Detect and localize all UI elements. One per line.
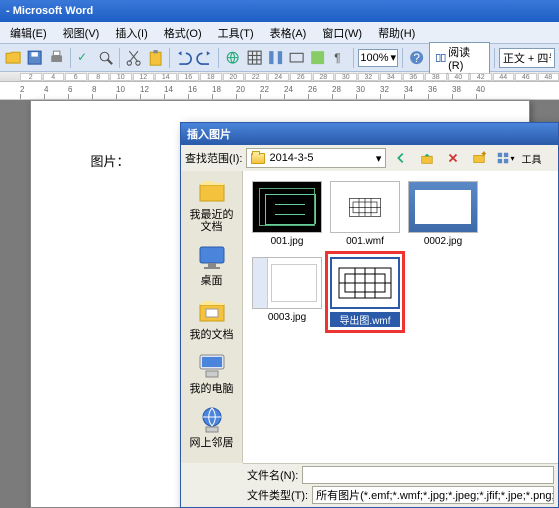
redo-icon[interactable] bbox=[195, 48, 214, 68]
dialog-body: 我最近的文档 桌面 我的文档 我的电脑 网上邻居 001.jpg001.wmf0… bbox=[181, 171, 558, 463]
map-icon[interactable] bbox=[308, 48, 327, 68]
file-thumb[interactable]: 001.jpg bbox=[251, 179, 323, 249]
titlebar: - Microsoft Word bbox=[0, 0, 559, 22]
file-name: 导出图.wmf bbox=[330, 312, 400, 327]
menu-view[interactable]: 视图(V) bbox=[55, 23, 108, 43]
menu-tools[interactable]: 工具(T) bbox=[210, 23, 262, 43]
separator bbox=[494, 48, 495, 68]
svg-text:¶: ¶ bbox=[334, 51, 340, 65]
svg-text:?: ? bbox=[414, 51, 421, 65]
toolbar: ✓ ¶ 100%▾ ? 阅读(R) 正文 + 四号 bbox=[0, 44, 559, 72]
places-network[interactable]: 网上邻居 bbox=[185, 403, 239, 449]
file-thumb[interactable]: 001.wmf bbox=[329, 179, 401, 249]
places-recent[interactable]: 我最近的文档 bbox=[185, 175, 239, 233]
open-icon[interactable] bbox=[4, 48, 23, 68]
undo-icon[interactable] bbox=[174, 48, 193, 68]
app-title: - Microsoft Word bbox=[6, 5, 93, 17]
spellcheck-icon[interactable]: ✓ bbox=[75, 48, 94, 68]
svg-text:✓: ✓ bbox=[77, 50, 87, 64]
dialog-bottom: 文件名(N): 文件类型(T): 所有图片(*.emf;*.wmf;*.jpg;… bbox=[243, 463, 558, 507]
delete-icon[interactable] bbox=[442, 148, 464, 168]
columns-icon[interactable] bbox=[266, 48, 285, 68]
ruler[interactable]: 246810121416182022242628303234363840 bbox=[0, 82, 559, 100]
dialog-titlebar[interactable]: 插入图片 bbox=[181, 123, 558, 145]
lookin-label: 查找范围(I): bbox=[185, 150, 242, 166]
folder-icon bbox=[251, 153, 265, 164]
document-text: 图片： bbox=[91, 154, 130, 169]
separator bbox=[218, 48, 219, 68]
style-combo[interactable]: 正文 + 四号 bbox=[499, 48, 555, 68]
help-icon[interactable]: ? bbox=[407, 48, 426, 68]
paragraph-icon[interactable]: ¶ bbox=[330, 48, 349, 68]
lookin-combo[interactable]: 2014-3-5 ▾ bbox=[246, 148, 386, 168]
separator bbox=[119, 48, 120, 68]
separator bbox=[70, 48, 71, 68]
newfolder-icon[interactable]: ✦ bbox=[468, 148, 490, 168]
menu-window[interactable]: 窗口(W) bbox=[314, 23, 370, 43]
table-icon[interactable] bbox=[245, 48, 264, 68]
filetype-label: 文件类型(T): bbox=[247, 487, 308, 503]
zoom-combo[interactable]: 100%▾ bbox=[358, 49, 398, 67]
menu-insert[interactable]: 插入(I) bbox=[107, 23, 155, 43]
filename-label: 文件名(N): bbox=[247, 467, 298, 483]
separator bbox=[402, 48, 403, 68]
places-bar: 我最近的文档 桌面 我的文档 我的电脑 网上邻居 bbox=[181, 171, 243, 463]
file-thumb[interactable]: 导出图.wmf bbox=[329, 255, 401, 329]
cut-icon[interactable] bbox=[124, 48, 143, 68]
tools-icon[interactable]: 工具 bbox=[520, 148, 542, 168]
file-name: 001.wmf bbox=[330, 236, 400, 247]
ruler-marker-bar: 2468101214161820222426283032343638404244… bbox=[0, 72, 559, 82]
drawing-icon[interactable] bbox=[287, 48, 306, 68]
hyperlink-icon[interactable] bbox=[223, 48, 242, 68]
dialog-toolbar: 查找范围(I): 2014-3-5 ▾ ✦ ▾ 工具 bbox=[181, 145, 558, 171]
save-icon[interactable] bbox=[25, 48, 44, 68]
menu-edit[interactable]: 编辑(E) bbox=[2, 23, 55, 43]
svg-text:✦: ✦ bbox=[480, 151, 486, 160]
read-button[interactable]: 阅读(R) bbox=[429, 42, 490, 74]
filetype-combo[interactable]: 所有图片(*.emf;*.wmf;*.jpg;*.jpeg;*.jfif;*.j… bbox=[312, 486, 554, 504]
paste-icon[interactable] bbox=[146, 48, 165, 68]
up-icon[interactable] bbox=[416, 148, 438, 168]
menu-table[interactable]: 表格(A) bbox=[262, 23, 315, 43]
dialog-title: 插入图片 bbox=[187, 126, 231, 142]
menu-format[interactable]: 格式(O) bbox=[156, 23, 210, 43]
file-name: 0003.jpg bbox=[252, 312, 322, 323]
places-mycomputer[interactable]: 我的电脑 bbox=[185, 349, 239, 395]
places-mydocs[interactable]: 我的文档 bbox=[185, 295, 239, 341]
file-thumb[interactable]: 0002.jpg bbox=[407, 179, 479, 249]
research-icon[interactable] bbox=[96, 48, 115, 68]
places-desktop[interactable]: 桌面 bbox=[185, 241, 239, 287]
folder-name: 2014-3-5 bbox=[269, 152, 313, 164]
file-list[interactable]: 001.jpg 001.wmf 0002.jpg 0003.jpg 导出图.wmf bbox=[243, 171, 558, 463]
file-name: 0002.jpg bbox=[408, 236, 478, 247]
insert-picture-dialog: 插入图片 查找范围(I): 2014-3-5 ▾ ✦ ▾ 工具 我最近的文档 桌… bbox=[180, 122, 559, 508]
filename-input[interactable] bbox=[302, 466, 554, 484]
menu-help[interactable]: 帮助(H) bbox=[370, 23, 423, 43]
file-thumb[interactable]: 0003.jpg bbox=[251, 255, 323, 329]
back-icon[interactable] bbox=[390, 148, 412, 168]
print-icon[interactable] bbox=[47, 48, 66, 68]
views-icon[interactable]: ▾ bbox=[494, 148, 516, 168]
separator bbox=[353, 48, 354, 68]
separator bbox=[169, 48, 170, 68]
file-name: 001.jpg bbox=[252, 236, 322, 247]
